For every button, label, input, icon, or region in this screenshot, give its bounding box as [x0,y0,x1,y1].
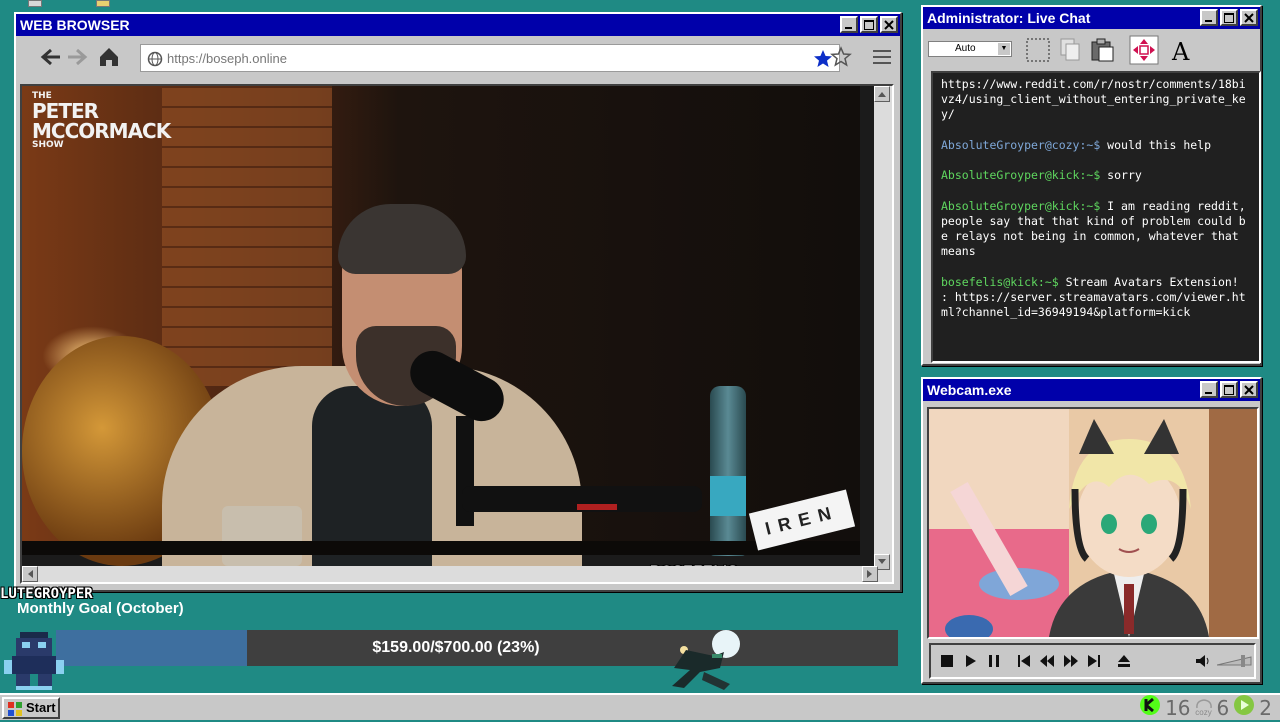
live-chat-window: Administrator: Live Chat Auto ▼ A https: [921,5,1262,366]
minimize-button[interactable] [1200,9,1218,26]
kick-viewer-count: 16 [1165,695,1191,720]
add-bookmark-star-icon[interactable] [830,46,852,73]
minimize-button[interactable] [840,16,858,33]
skip-forward-icon[interactable] [1084,650,1105,672]
media-controls [929,643,1256,679]
goal-title: Monthly Goal (October) [17,600,184,617]
select-region-icon[interactable] [1023,35,1053,65]
vertical-scrollbar[interactable] [874,86,892,582]
address-bar[interactable]: https://boseph.online [140,44,840,72]
close-button[interactable] [880,16,898,33]
dropdown-arrow-icon[interactable]: ▼ [998,43,1010,55]
desktop-folder-icon[interactable] [96,0,110,7]
message-text: would this help [1100,137,1212,152]
webcam-window: Webcam.exe [921,377,1262,684]
chat-message: https://www.reddit.com/r/nostr/comments/… [941,77,1251,123]
table [22,541,860,555]
pixel-avatar-sprite [4,632,64,690]
chat-titlebar[interactable]: Administrator: Live Chat [923,7,1260,29]
message-user[interactable]: AbsoluteGroyper@kick:~$ [941,168,1100,182]
zoom-select[interactable]: Auto ▼ [928,41,1012,57]
webcam-view[interactable] [927,407,1259,639]
minimize-button[interactable] [1200,381,1218,398]
message-user[interactable]: AbsoluteGroyper@cozy:~$ [941,138,1100,152]
stop-icon[interactable] [937,650,958,672]
cozy-label: cozy [1195,707,1212,717]
brick-wall [162,86,332,386]
copy-icon[interactable] [1055,35,1085,65]
goal-progress-bar: $159.00/$700.00 (23%) [56,630,898,666]
move-icon[interactable] [1129,35,1159,65]
message-user[interactable]: AbsoluteGroyper@kick:~$ [941,199,1100,213]
eject-icon[interactable] [1114,650,1135,672]
mic-red-strip [577,504,617,510]
paste-icon[interactable] [1087,35,1117,65]
rumble-viewer-count: 2 [1259,695,1272,720]
scroll-up-icon[interactable] [874,86,890,102]
video-frame[interactable]: IREN THE PETER MCCORMACK SHOW [22,86,860,582]
host-hair [338,204,466,274]
volume-slider[interactable] [1217,650,1254,672]
chat-message: AbsoluteGroyper@kick:~$ sorry [941,168,1251,183]
browser-titlebar[interactable]: WEB BROWSER [16,14,900,36]
show-logo: THE PETER MCCORMACK SHOW [32,91,171,150]
scroll-right-icon[interactable] [862,566,878,582]
font-icon[interactable]: A [1167,35,1197,66]
rumble-icon[interactable] [1233,694,1255,721]
kick-icon[interactable] [1139,694,1161,721]
browser-navbar: https://boseph.online [16,36,900,80]
maximize-button[interactable] [1220,9,1238,26]
back-arrow-icon[interactable] [40,48,62,71]
home-icon[interactable] [98,46,120,73]
chat-message: AbsoluteGroyper@kick:~$ I am reading red… [941,199,1251,260]
volume-icon[interactable] [1193,650,1214,672]
message-text[interactable]: https://www.reddit.com/r/nostr/comments/… [941,77,1246,121]
maximize-button[interactable] [1220,381,1238,398]
horizontal-scrollbar[interactable] [22,566,878,582]
message-text: sorry [1100,168,1142,183]
drinking-glass [222,506,302,566]
browser-window: WEB BROWSER https://boseph.online IREN T… [14,12,902,592]
cozy-viewer-count: 6 [1216,695,1230,720]
start-label: Start [26,700,56,715]
play-icon[interactable] [961,650,982,672]
svg-text:A: A [1171,38,1190,65]
message-user[interactable]: bosefelis@kick:~$ [941,275,1059,289]
maximize-button[interactable] [860,16,878,33]
running-character-sprite [672,630,740,690]
chat-log[interactable]: https://www.reddit.com/r/nostr/comments/… [931,71,1261,363]
taskbar: Start 16 cozy 6 2 [0,693,1280,720]
webcam-title: Webcam.exe [927,382,1012,398]
bottle-label [710,476,746,516]
menu-icon[interactable] [872,49,892,70]
forward-arrow-icon[interactable] [66,48,88,71]
pause-icon[interactable] [984,650,1005,672]
chat-toolbar: Auto ▼ A [923,29,1260,69]
zoom-value: Auto [955,43,976,54]
chat-message: AbsoluteGroyper@cozy:~$ would this help [941,138,1251,153]
skip-back-icon[interactable] [1014,650,1035,672]
rewind-icon[interactable] [1037,650,1058,672]
vtuber-avatar [929,409,1257,637]
url-text: https://boseph.online [167,51,287,66]
close-button[interactable] [1240,9,1258,26]
desktop-icon[interactable] [28,0,42,7]
windows-logo-icon [7,701,23,722]
scroll-left-icon[interactable] [22,566,38,582]
chat-title: Administrator: Live Chat [927,10,1091,26]
webcam-titlebar[interactable]: Webcam.exe [923,379,1260,401]
cozy-icon[interactable]: cozy [1195,698,1213,717]
fast-forward-icon[interactable] [1061,650,1082,672]
chat-message: bosefelis@kick:~$ Stream Avatars Extensi… [941,275,1251,321]
close-button[interactable] [1240,381,1258,398]
start-button[interactable]: Start [2,697,60,719]
water-bottle [710,386,746,556]
globe-icon [147,51,163,72]
system-tray: 16 cozy 6 2 [1139,695,1280,720]
browser-title: WEB BROWSER [20,17,130,33]
browser-viewport: IREN THE PETER MCCORMACK SHOW BOSEFELIS [20,84,894,584]
